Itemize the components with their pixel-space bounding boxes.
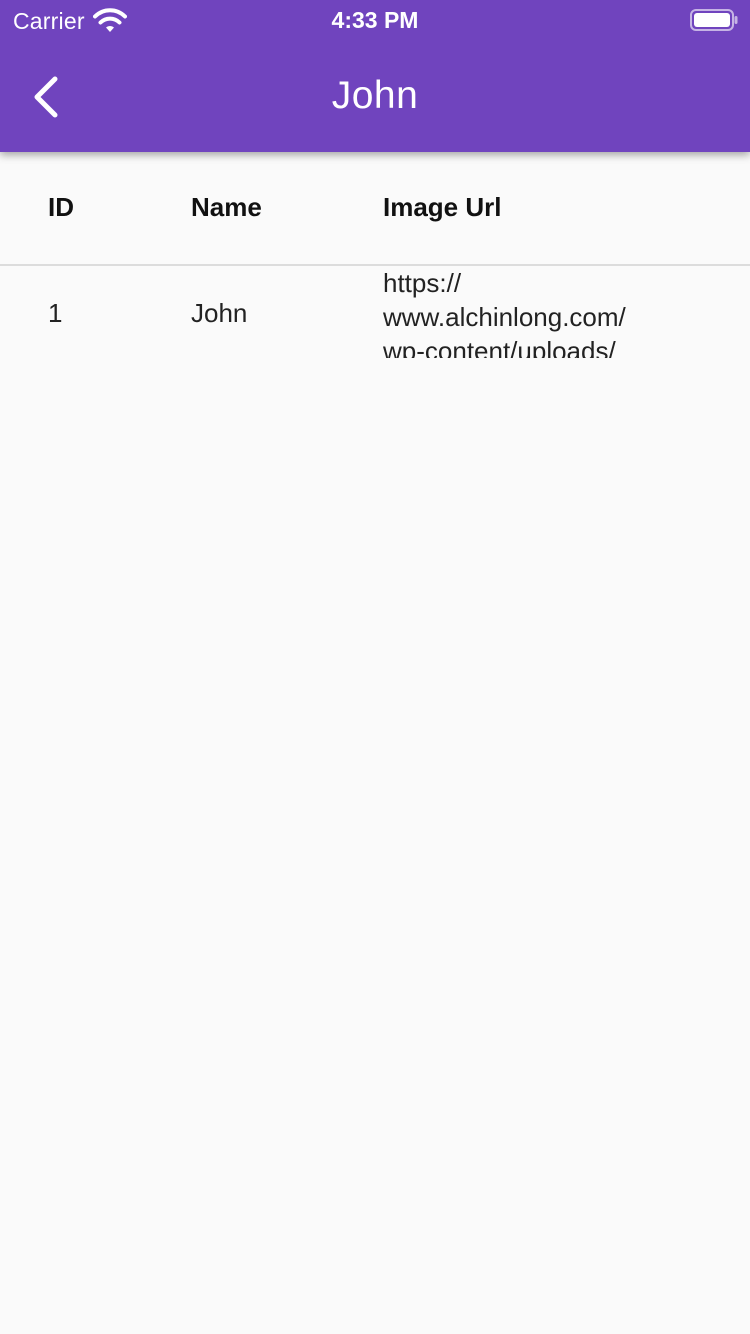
status-time: 4:33 PM [331, 7, 419, 33]
column-header-name: Name [191, 192, 262, 222]
cell-id: 1 [48, 298, 63, 328]
table-row[interactable]: 1 John https:// www.alchinlong.com/ wp-c… [0, 266, 750, 362]
column-header-image-url: Image Url [383, 192, 502, 222]
table-header-row: ID Name Image Url [0, 152, 750, 266]
data-table: ID Name Image Url 1 John https:// www.al… [0, 152, 750, 362]
cell-image-url: https:// www.alchinlong.com/ wp-content/… [383, 268, 626, 358]
app-bar: Carrier 4:33 PM John [0, 0, 750, 152]
status-bar: Carrier 4:33 PM [0, 0, 750, 40]
column-header-id: ID [48, 192, 74, 222]
page-title: John [331, 74, 419, 117]
battery-icon [690, 9, 738, 31]
cell-name: John [191, 298, 248, 328]
